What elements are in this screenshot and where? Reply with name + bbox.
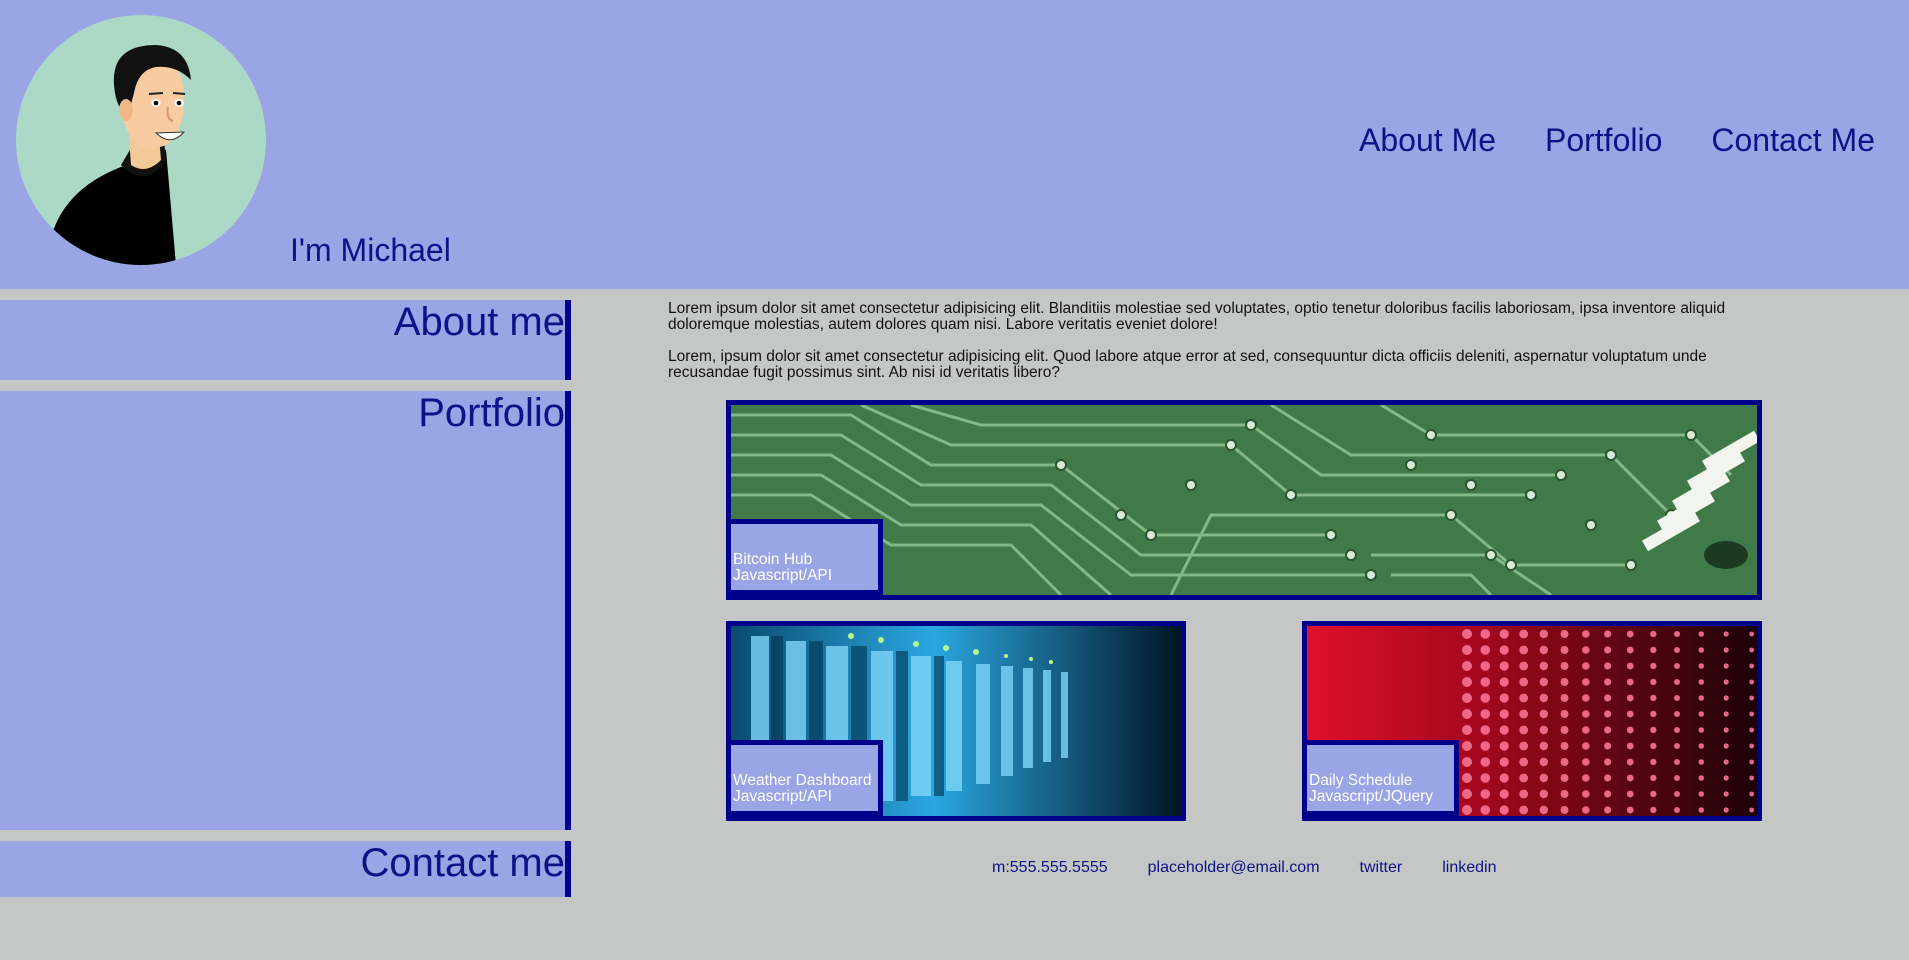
header: I'm Michael About Me Portfolio Contact M… (0, 0, 1909, 289)
about-text: Lorem ipsum dolor sit amet consectetur a… (668, 301, 1768, 397)
nav-about-me[interactable]: About Me (1359, 124, 1496, 156)
project-tech: Javascript/API (733, 567, 833, 584)
project-label: Weather Dashboard Javascript/API (731, 740, 883, 816)
contact-links: m:555.555.5555 placeholder@email.com twi… (992, 859, 1496, 877)
linkedin-link[interactable]: linkedin (1442, 859, 1496, 877)
project-title: Bitcoin Hub (733, 551, 813, 568)
project-title: Weather Dashboard (733, 772, 872, 789)
sidebar-about-section: About me (0, 300, 571, 380)
avatar (16, 15, 266, 265)
project-tech: Javascript/API (733, 788, 833, 805)
about-paragraph: Lorem, ipsum dolor sit amet consectetur … (668, 348, 1707, 381)
sidebar-about-title: About me (393, 300, 565, 344)
project-label: Daily Schedule Javascript/JQuery (1307, 740, 1459, 816)
circuit-board-image (731, 405, 1757, 595)
project-tech: Javascript/JQuery (1309, 788, 1434, 805)
main-nav: About Me Portfolio Contact Me (1359, 124, 1875, 156)
email-link[interactable]: placeholder@email.com (1148, 859, 1320, 877)
avatar-illustration-icon (46, 45, 191, 265)
sidebar-contact-section: Contact me (0, 841, 571, 897)
sidebar-portfolio-title: Portfolio (418, 391, 565, 435)
project-card-bitcoin-hub[interactable]: Bitcoin Hub Javascript/API (726, 400, 1762, 600)
greeting: I'm Michael (290, 232, 451, 268)
project-title: Daily Schedule (1309, 772, 1413, 789)
phone-link[interactable]: m:555.555.5555 (992, 859, 1108, 877)
project-label: Bitcoin Hub Javascript/API (731, 519, 883, 595)
twitter-link[interactable]: twitter (1360, 859, 1403, 877)
project-card-daily-schedule[interactable]: Daily Schedule Javascript/JQuery (1302, 621, 1762, 821)
nav-contact-me[interactable]: Contact Me (1711, 124, 1875, 156)
project-card-weather-dashboard[interactable]: Weather Dashboard Javascript/API (726, 621, 1186, 821)
about-paragraph: Lorem ipsum dolor sit amet consectetur a… (668, 300, 1726, 333)
nav-portfolio[interactable]: Portfolio (1545, 124, 1662, 156)
sidebar-contact-title: Contact me (360, 841, 565, 885)
sidebar-portfolio-section: Portfolio (0, 391, 571, 830)
